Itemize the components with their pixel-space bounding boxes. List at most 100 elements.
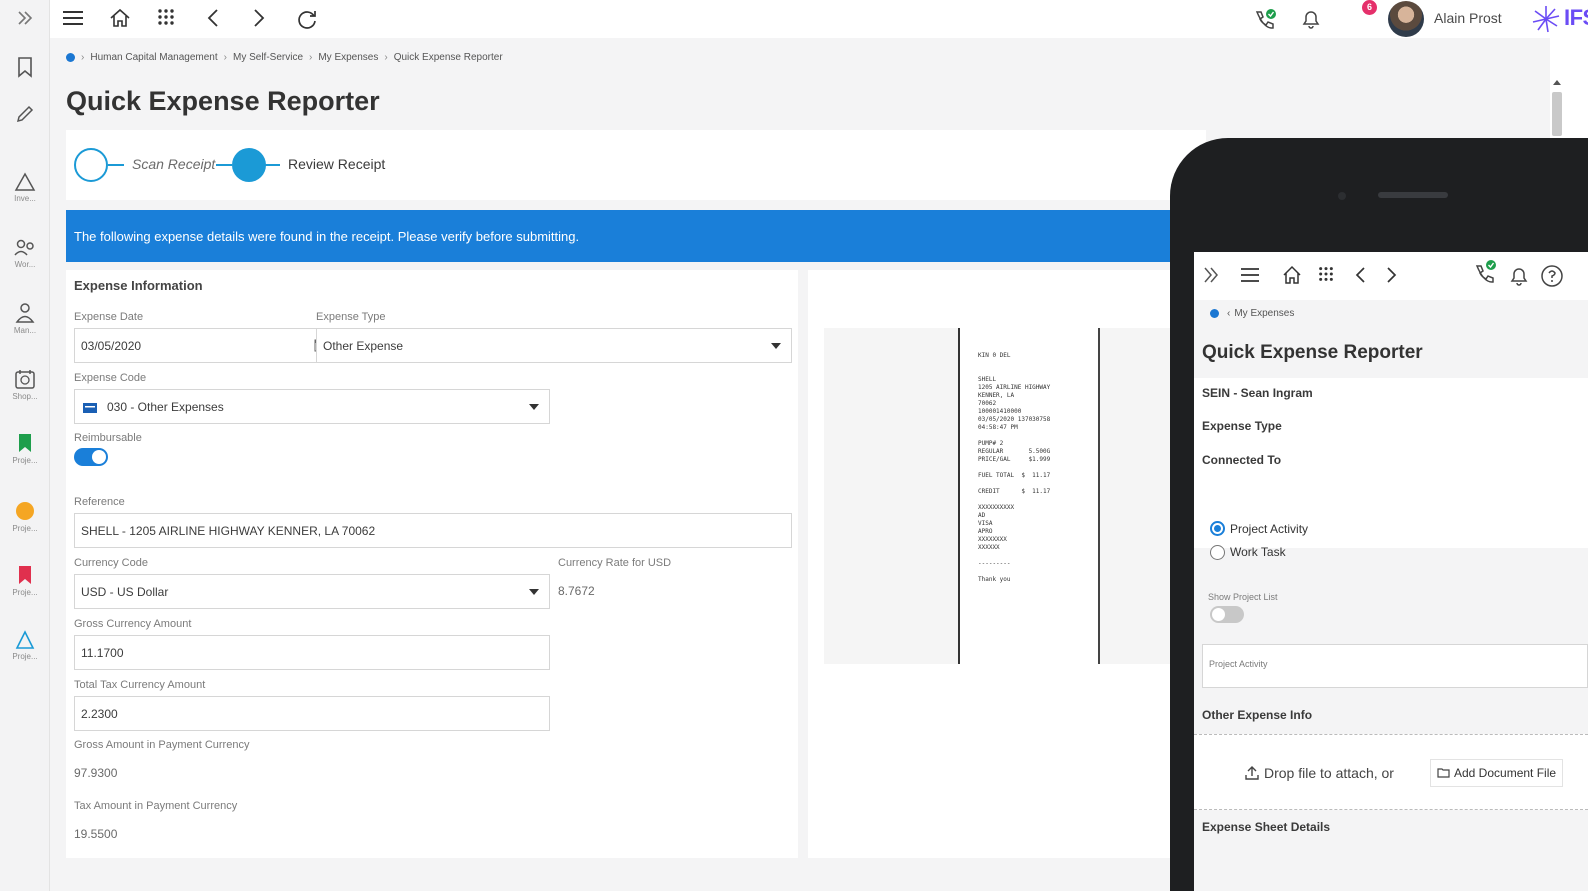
expense-code-select[interactable]: 030 - Other Expenses xyxy=(74,389,550,424)
radio-work-task[interactable] xyxy=(1210,545,1225,560)
rail-item-project-red[interactable]: Proje... xyxy=(0,564,50,597)
file-drop-zone[interactable]: Drop file to attach, or Add Document Fil… xyxy=(1194,734,1588,810)
add-document-file-button[interactable]: Add Document File xyxy=(1430,759,1564,787)
mobile-breadcrumb-item[interactable]: My Expenses xyxy=(1234,308,1294,319)
reference-input[interactable]: SHELL - 1205 AIRLINE HIGHWAY KENNER, LA … xyxy=(74,513,792,548)
project-activity-input[interactable]: Project Activity xyxy=(1202,644,1588,688)
expense-sheet-details-label: Expense Sheet Details xyxy=(1202,820,1331,834)
mobile-connected-to-label: Connected To xyxy=(1202,453,1282,467)
show-project-list-toggle[interactable] xyxy=(1210,606,1244,623)
receipt-image-frame: KIN 0 DEL SHELL 1205 AIRLINE HIGHWAY KEN… xyxy=(824,328,1204,664)
reference-label: Reference xyxy=(74,496,125,508)
mobile-bell-icon[interactable] xyxy=(1508,265,1530,292)
bookmark-icon[interactable] xyxy=(0,56,50,78)
home-icon[interactable] xyxy=(109,8,131,33)
mobile-employee: SEIN - Sean Ingram xyxy=(1202,386,1313,400)
mobile-screen: ‹ My Expenses Quick Expense Reporter SEI… xyxy=(1194,252,1588,891)
expense-date-label: Expense Date xyxy=(74,311,144,323)
page-scrollbar[interactable] xyxy=(1552,92,1562,136)
breadcrumb-home-dot[interactable] xyxy=(66,53,75,62)
step-review-receipt-label[interactable]: Review Receipt xyxy=(288,156,385,172)
wizard-steps: Scan Receipt Review Receipt xyxy=(66,130,1206,200)
drop-file-text: Drop file to attach, or xyxy=(1264,765,1394,781)
breadcrumb-item[interactable]: My Self-Service xyxy=(233,52,303,63)
expand-rail-icon[interactable] xyxy=(0,10,50,26)
currency-rate-value: 8.7672 xyxy=(558,584,595,598)
other-expense-info-label: Other Expense Info xyxy=(1202,708,1313,722)
hamburger-menu-icon[interactable] xyxy=(62,8,84,33)
mobile-support-phone-icon[interactable] xyxy=(1472,258,1498,291)
breadcrumb: › Human Capital Management › My Self-Ser… xyxy=(66,52,503,63)
mobile-breadcrumb: ‹ My Expenses xyxy=(1210,308,1294,319)
currency-rate-label: Currency Rate for USD xyxy=(558,557,672,569)
apps-grid-icon[interactable] xyxy=(157,8,175,31)
notification-bell-icon[interactable] xyxy=(1300,8,1322,35)
rail-item-project-green[interactable]: Proje... xyxy=(0,432,50,465)
expense-type-select[interactable]: Other Expense xyxy=(316,328,792,363)
mobile-forward-icon[interactable] xyxy=(1386,265,1398,290)
user-avatar[interactable] xyxy=(1388,1,1424,37)
expense-date-field[interactable]: 03/05/2020 xyxy=(74,328,335,363)
mobile-apps-grid-icon[interactable] xyxy=(1318,266,1334,287)
breadcrumb-item[interactable]: My Expenses xyxy=(318,52,378,63)
mobile-help-icon[interactable] xyxy=(1540,264,1564,293)
breadcrumb-item[interactable]: Quick Expense Reporter xyxy=(394,52,503,63)
back-arrow-icon[interactable] xyxy=(206,8,220,33)
refresh-icon[interactable] xyxy=(296,8,318,35)
notification-count-badge: 6 xyxy=(1362,0,1377,15)
mobile-expand-icon[interactable] xyxy=(1202,266,1220,289)
user-name[interactable]: Alain Prost xyxy=(1434,10,1502,26)
rail-item-project-blue[interactable]: Proje... xyxy=(0,630,50,661)
card-title: Expense Information xyxy=(74,278,203,293)
gross-payment-label: Gross Amount in Payment Currency xyxy=(74,739,250,751)
ifs-logo-text: IFS xyxy=(1564,5,1588,30)
total-tax-input[interactable]: 2.2300 xyxy=(74,696,550,731)
expense-code-label: Expense Code xyxy=(74,372,147,384)
rail-item-inventory[interactable]: Inve... xyxy=(0,172,50,203)
page-title: Quick Expense Reporter xyxy=(66,86,380,116)
mobile-home-icon[interactable] xyxy=(1282,265,1302,290)
step-scan-receipt-circle[interactable] xyxy=(74,148,108,182)
reimbursable-toggle[interactable] xyxy=(74,448,108,466)
mobile-back-icon[interactable] xyxy=(1354,265,1366,290)
radio-project-activity-label[interactable]: Project Activity xyxy=(1230,522,1308,536)
breadcrumb-item[interactable]: Human Capital Management xyxy=(90,52,217,63)
rail-item-shop[interactable]: Shop... xyxy=(0,368,50,401)
folder-icon xyxy=(1437,767,1450,781)
gross-currency-amount-label: Gross Currency Amount xyxy=(74,618,192,630)
mobile-expense-type-label[interactable]: Expense Type xyxy=(1202,419,1282,433)
total-tax-label: Total Tax Currency Amount xyxy=(74,679,206,691)
rail-item-project-orange[interactable]: Proje... xyxy=(0,500,50,533)
edit-pencil-icon[interactable] xyxy=(0,104,50,124)
radio-work-task-label[interactable]: Work Task xyxy=(1230,545,1286,559)
mobile-top-bar xyxy=(1194,252,1588,300)
expense-type-label: Expense Type xyxy=(316,311,386,323)
gross-currency-amount-input[interactable]: 11.1700 xyxy=(74,635,550,670)
expense-information-card: Expense Information Expense Date 03/05/2… xyxy=(66,270,798,858)
info-banner: The following expense details were found… xyxy=(66,210,1206,262)
currency-code-select[interactable]: USD - US Dollar xyxy=(74,574,550,609)
chevron-down-icon xyxy=(771,343,781,349)
receipt-image[interactable]: KIN 0 DEL SHELL 1205 AIRLINE HIGHWAY KEN… xyxy=(958,328,1100,664)
chevron-down-icon xyxy=(529,404,539,410)
mobile-page-body: ‹ My Expenses Quick Expense Reporter SEI… xyxy=(1194,300,1588,891)
currency-code-label: Currency Code xyxy=(74,557,148,569)
tax-payment-label: Tax Amount in Payment Currency xyxy=(74,800,238,812)
gross-payment-value: 97.9300 xyxy=(74,766,118,780)
phone-camera xyxy=(1338,192,1346,200)
rail-item-manager[interactable]: Man... xyxy=(0,302,50,335)
mobile-page-title: Quick Expense Reporter xyxy=(1202,342,1423,363)
ifs-logo-icon xyxy=(1530,4,1562,39)
scroll-up-icon[interactable] xyxy=(1553,80,1561,85)
support-phone-icon[interactable] xyxy=(1252,8,1278,39)
radio-project-activity[interactable] xyxy=(1210,521,1225,536)
step-review-receipt-circle[interactable] xyxy=(232,148,266,182)
mobile-hamburger-icon[interactable] xyxy=(1240,266,1260,289)
rail-item-workforce[interactable]: Wor... xyxy=(0,238,50,269)
phone-speaker xyxy=(1378,192,1448,198)
receipt-preview-card: KIN 0 DEL SHELL 1205 AIRLINE HIGHWAY KEN… xyxy=(808,270,1206,858)
tax-payment-value: 19.5500 xyxy=(74,827,118,841)
forward-arrow-icon[interactable] xyxy=(252,8,266,33)
mobile-breadcrumb-dot[interactable] xyxy=(1210,309,1219,318)
step-scan-receipt-label[interactable]: Scan Receipt xyxy=(132,156,215,172)
